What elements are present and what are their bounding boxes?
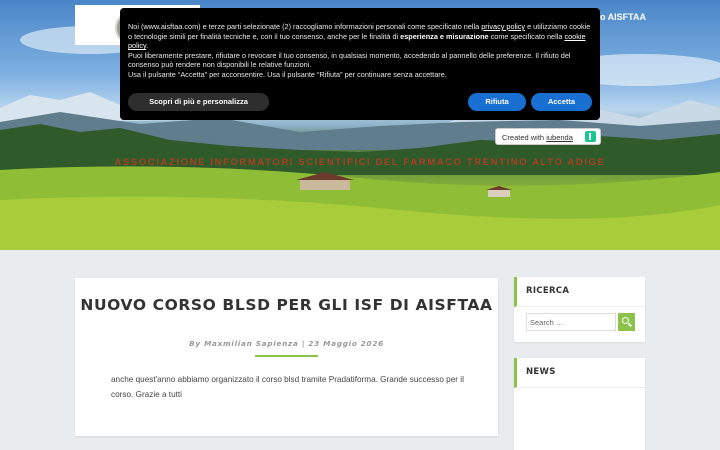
learn-more-customize-button[interactable]: Scopri di più e personalizza: [128, 93, 269, 111]
post-meta: By Maxmilian Sapienza | 23 Maggio 2026: [189, 339, 384, 348]
cookie-text-part: Puoi liberamente prestare, rifiutare o r…: [128, 50, 571, 70]
cookie-text-part: Usa il pulsante “Accetta” per acconsenti…: [128, 69, 447, 79]
title-divider: [255, 355, 318, 357]
iubenda-link[interactable]: iubenda: [546, 133, 573, 142]
iubenda-badge[interactable]: Created with iubenda: [495, 128, 601, 145]
cookie-text-part: .: [146, 41, 149, 51]
post-card: NUOVO CORSO BLSD PER GLI ISF DI AISFTAA …: [75, 278, 498, 436]
site-title-fragment[interactable]: o AISFTAA: [600, 12, 646, 22]
search-button[interactable]: [618, 313, 635, 331]
post-body: anche quest'anno abbiamo organizzato il …: [111, 375, 464, 399]
iubenda-prefix: Created with: [502, 133, 547, 142]
cookie-consent-banner: Noi (www.aisftaa.com) e terze parti sele…: [120, 8, 600, 120]
iubenda-icon: [585, 131, 596, 142]
search-widget: RICERCA: [514, 277, 645, 342]
site-tagline: ASSOCIAZIONE INFORMATORI SCIENTIFICI DEL…: [114, 157, 606, 168]
post-title[interactable]: NUOVO CORSO BLSD PER GLI ISF DI AISFTAA: [75, 296, 498, 315]
news-widget: NEWS: [514, 358, 645, 450]
cookie-text-part: Noi (www.aisftaa.com) e terze parti sele…: [128, 22, 482, 31]
search-icon-handle: [628, 322, 632, 327]
news-widget-title: NEWS: [514, 358, 645, 388]
accept-button[interactable]: Accetta: [531, 93, 592, 111]
cookie-text: Noi (www.aisftaa.com) e terze parti sele…: [128, 22, 592, 80]
search-input[interactable]: [526, 313, 616, 331]
reject-button[interactable]: Rifiuta: [468, 93, 526, 111]
privacy-policy-link[interactable]: privacy policy: [481, 22, 525, 31]
search-widget-title: RICERCA: [514, 277, 645, 307]
cookie-text-bold: esperienza e misurazione: [400, 31, 489, 41]
cookie-text-part: come specificato nella: [488, 31, 565, 41]
